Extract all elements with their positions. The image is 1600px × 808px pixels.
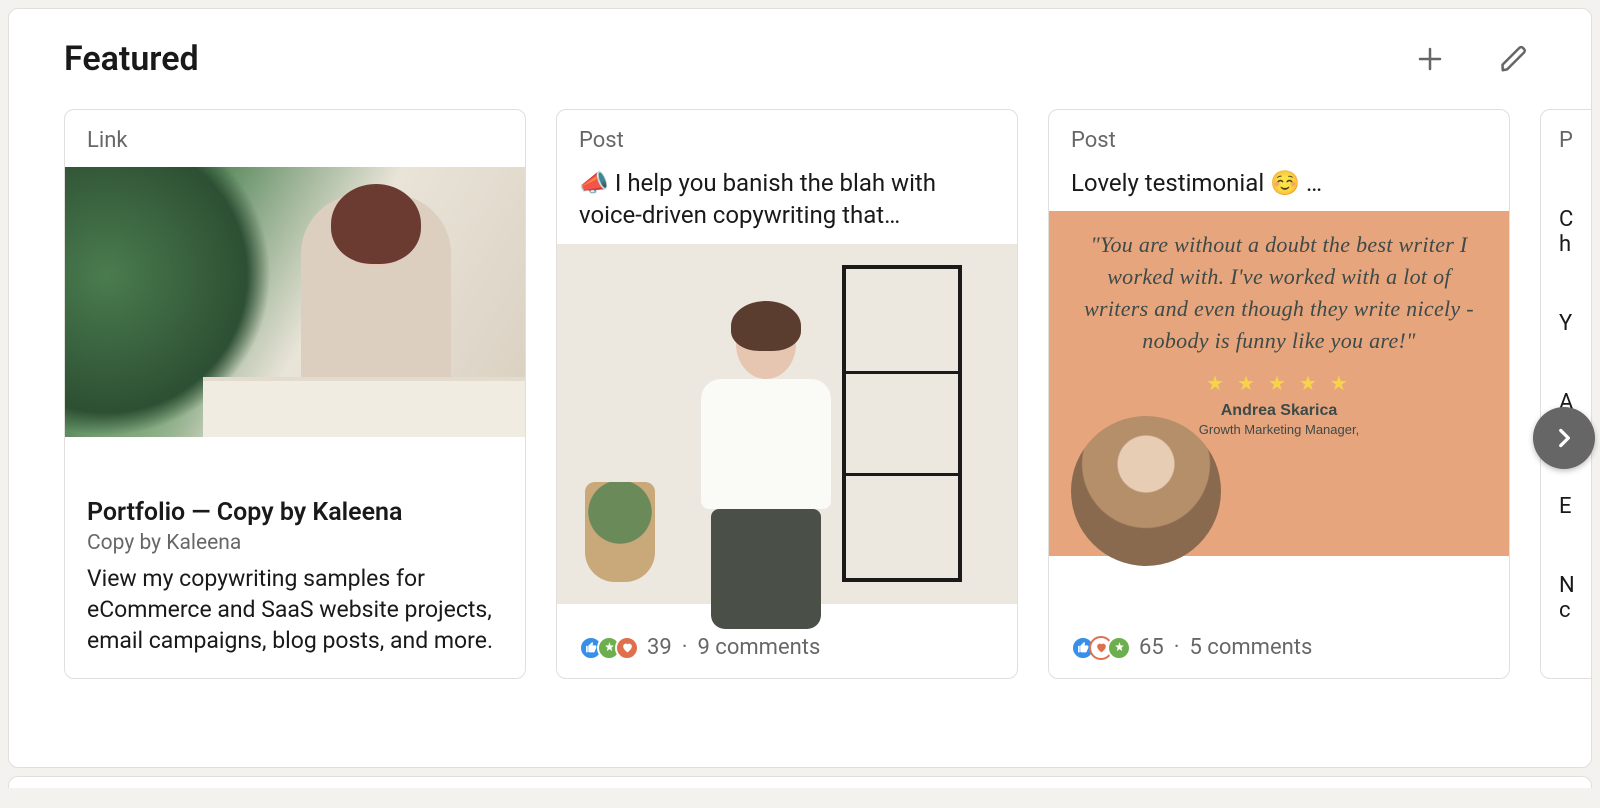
featured-card-link[interactable]: Link Portfolio — Copy by Kaleena Copy by… bbox=[64, 109, 526, 679]
reactions[interactable] bbox=[579, 636, 639, 660]
peek-text: c bbox=[1559, 598, 1591, 623]
link-source: Copy by Kaleena bbox=[87, 531, 503, 555]
card-image bbox=[65, 167, 525, 484]
cards-row: Link Portfolio — Copy by Kaleena Copy by… bbox=[9, 109, 1591, 679]
testimonial-graphic: "You are without a doubt the best writer… bbox=[1049, 211, 1509, 556]
comments-link[interactable]: 9 comments bbox=[697, 635, 820, 660]
stats-separator: · bbox=[682, 635, 688, 660]
post-stats: 39 · 9 comments bbox=[557, 621, 1017, 678]
peek-text: h bbox=[1559, 232, 1591, 257]
post-thumbnail-image bbox=[557, 244, 1017, 604]
peek-text: Y bbox=[1559, 311, 1591, 336]
reaction-count[interactable]: 65 bbox=[1139, 635, 1164, 660]
plus-icon bbox=[1415, 44, 1445, 74]
featured-section: Featured Link Portfolio — Copy by Kaleen… bbox=[8, 8, 1592, 768]
link-meta: Portfolio — Copy by Kaleena Copy by Kale… bbox=[65, 484, 525, 678]
peek-text: E bbox=[1559, 494, 1591, 519]
reactions[interactable] bbox=[1071, 636, 1131, 660]
celebrate-icon bbox=[1107, 636, 1131, 660]
peek-text: N bbox=[1559, 573, 1591, 598]
card-image bbox=[557, 244, 1017, 621]
link-description: View my copywriting samples for eCommerc… bbox=[87, 563, 503, 656]
link-title: Portfolio — Copy by Kaleena bbox=[87, 498, 503, 527]
love-icon bbox=[615, 636, 639, 660]
chevron-right-icon bbox=[1551, 425, 1577, 451]
card-type-label: Post bbox=[557, 110, 1017, 167]
comments-link[interactable]: 5 comments bbox=[1189, 635, 1312, 660]
card-image: "You are without a doubt the best writer… bbox=[1049, 211, 1509, 621]
reaction-count[interactable]: 39 bbox=[647, 635, 672, 660]
pencil-icon bbox=[1499, 44, 1529, 74]
carousel-next-button[interactable] bbox=[1533, 407, 1595, 469]
next-section-top bbox=[8, 776, 1592, 788]
featured-card-post[interactable]: Post 📣 I help you banish the blah with v… bbox=[556, 109, 1018, 679]
portfolio-thumbnail-image bbox=[65, 167, 525, 437]
peek-text: C bbox=[1559, 207, 1591, 232]
featured-card-peek[interactable]: P C h Y A r E N c bbox=[1540, 109, 1591, 679]
star-rating-icon: ★ ★ ★ ★ ★ bbox=[1077, 371, 1481, 396]
post-headline: 📣 I help you banish the blah with voice-… bbox=[557, 167, 1017, 244]
card-type-label: P bbox=[1559, 128, 1591, 153]
featured-card-post[interactable]: Post Lovely testimonial ☺️ … "You are wi… bbox=[1048, 109, 1510, 679]
post-stats: 65 · 5 comments bbox=[1049, 621, 1509, 678]
add-button[interactable] bbox=[1408, 37, 1452, 81]
header-actions bbox=[1408, 37, 1536, 81]
edit-button[interactable] bbox=[1492, 37, 1536, 81]
stats-separator: · bbox=[1174, 635, 1180, 660]
card-type-label: Post bbox=[1049, 110, 1509, 167]
card-type-label: Link bbox=[65, 110, 525, 167]
section-header: Featured bbox=[9, 37, 1591, 109]
section-title: Featured bbox=[64, 39, 199, 79]
avatar bbox=[1071, 416, 1221, 566]
post-headline: Lovely testimonial ☺️ … bbox=[1049, 167, 1509, 211]
testimonial-quote: "You are without a doubt the best writer… bbox=[1077, 229, 1481, 357]
